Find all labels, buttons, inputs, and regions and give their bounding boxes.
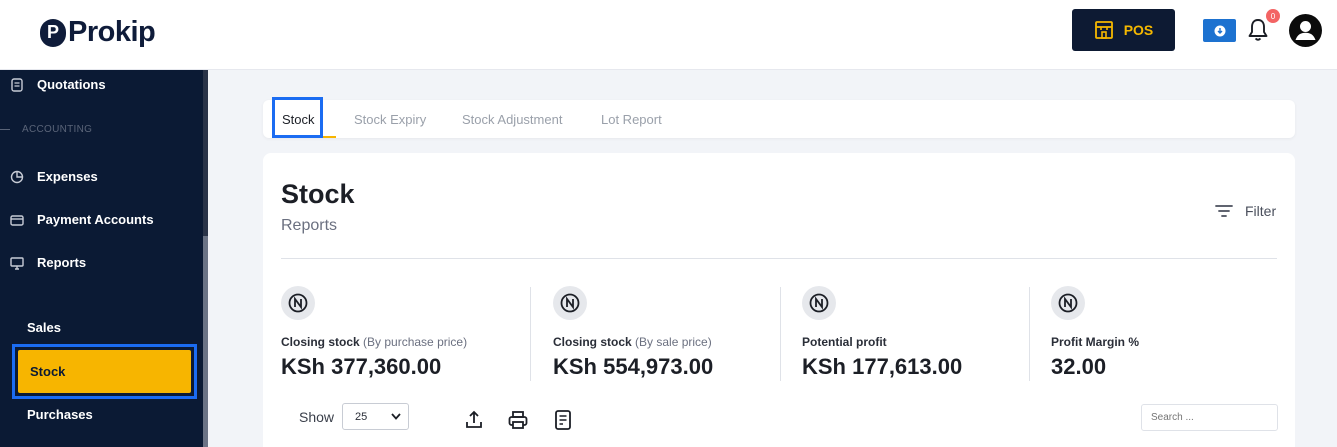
page-size-select[interactable]: 25 (342, 403, 410, 430)
report-tabs: Stock Stock Expiry Stock Adjustment Lot … (263, 97, 1295, 138)
highlight-box (272, 97, 323, 138)
sidebar-scrollbar[interactable] (203, 70, 208, 447)
show-label: Show (299, 408, 335, 425)
stat-label: Closing stock (281, 335, 360, 349)
naira-icon (553, 286, 587, 320)
show-entries-control: Show 25 (299, 403, 410, 430)
store-icon (1094, 21, 1113, 39)
pie-chart-icon (10, 170, 24, 183)
naira-icon (281, 286, 315, 320)
sidebar-item-quotations[interactable]: Quotations (0, 77, 200, 92)
export-icon[interactable] (463, 409, 485, 431)
highlight-box: Stock (12, 344, 197, 399)
credit-card-icon (10, 214, 24, 226)
sidebar-section-accounting: ACCOUNTING (0, 124, 200, 135)
search-input[interactable] (1141, 404, 1278, 431)
page-size-value: 25 (355, 410, 368, 423)
stat-closing-stock-sale: Closing stock (By sale price) KSh 554,97… (553, 286, 793, 380)
section-dash (0, 129, 10, 130)
sidebar-subitem-sales[interactable]: Sales (27, 320, 61, 335)
stat-potential-profit: Potential profit KSh 177,613.00 (802, 286, 1042, 380)
stat-separator (1029, 287, 1030, 381)
stat-separator (530, 287, 531, 381)
tab-stock-expiry[interactable]: Stock Expiry (354, 112, 426, 127)
sidebar-subitem-stock[interactable]: Stock (18, 350, 191, 393)
prokip-logo[interactable]: P Prokip (40, 16, 156, 49)
filter-button[interactable]: Filter (1215, 203, 1276, 219)
tab-lot-report[interactable]: Lot Report (601, 112, 662, 127)
user-avatar-icon[interactable] (1289, 14, 1322, 47)
stat-value: KSh 554,973.00 (553, 354, 714, 379)
sidebar-item-label: Quotations (37, 77, 106, 92)
page-title: Stock (281, 179, 355, 209)
tab-stock-adjustment[interactable]: Stock Adjustment (462, 112, 562, 127)
stat-value: 32.00 (1051, 354, 1107, 379)
logo-mark-icon: P (40, 18, 66, 47)
monitor-icon (10, 256, 24, 270)
sidebar-item-expenses[interactable]: Expenses (0, 169, 200, 184)
stat-value: KSh 177,613.00 (802, 354, 963, 379)
stat-value: KSh 377,360.00 (281, 354, 442, 379)
stat-label: Potential profit (802, 335, 887, 349)
document-icon[interactable] (552, 409, 574, 431)
pos-label: POS (1123, 22, 1154, 38)
document-icon (11, 77, 23, 92)
stat-separator (780, 287, 781, 381)
naira-icon (1051, 286, 1085, 320)
stock-report-card: Stock Reports Filter Closing stock (By p… (263, 153, 1295, 447)
bell-icon[interactable] (1246, 17, 1270, 43)
download-icon (1214, 25, 1225, 36)
stat-note: (By purchase price) (363, 335, 468, 349)
download-button[interactable] (1203, 19, 1236, 42)
stat-profit-margin: Profit Margin % 32.00 (1051, 286, 1291, 380)
logo-text: Prokip (68, 16, 156, 48)
pos-button[interactable]: POS (1072, 9, 1175, 51)
stat-note: (By sale price) (635, 335, 712, 349)
print-icon[interactable] (507, 409, 529, 431)
sidebar-subitem-purchases[interactable]: Purchases (27, 407, 93, 422)
chevron-down-icon (391, 413, 401, 420)
scrollbar-thumb[interactable] (203, 236, 208, 447)
sidebar-item-label: Expenses (37, 169, 98, 184)
notification-badge: 0 (1266, 9, 1280, 23)
divider (281, 258, 1277, 259)
filter-label: Filter (1245, 203, 1277, 219)
sidebar-item-label: Payment Accounts (37, 212, 154, 227)
naira-icon (802, 286, 836, 320)
filter-icon (1215, 205, 1233, 217)
section-label: ACCOUNTING (22, 124, 93, 135)
top-header: P Prokip POS 0 (0, 0, 1337, 70)
page-subtitle: Reports (281, 217, 338, 234)
sidebar-item-label: Reports (37, 255, 87, 270)
sidebar-item-payment-accounts[interactable]: Payment Accounts (0, 212, 200, 227)
sidebar-item-reports[interactable]: Reports (0, 255, 200, 270)
stat-label: Profit Margin % (1051, 335, 1140, 349)
stat-label: Closing stock (553, 335, 632, 349)
stat-closing-stock-purchase: Closing stock (By purchase price) KSh 37… (281, 286, 521, 380)
